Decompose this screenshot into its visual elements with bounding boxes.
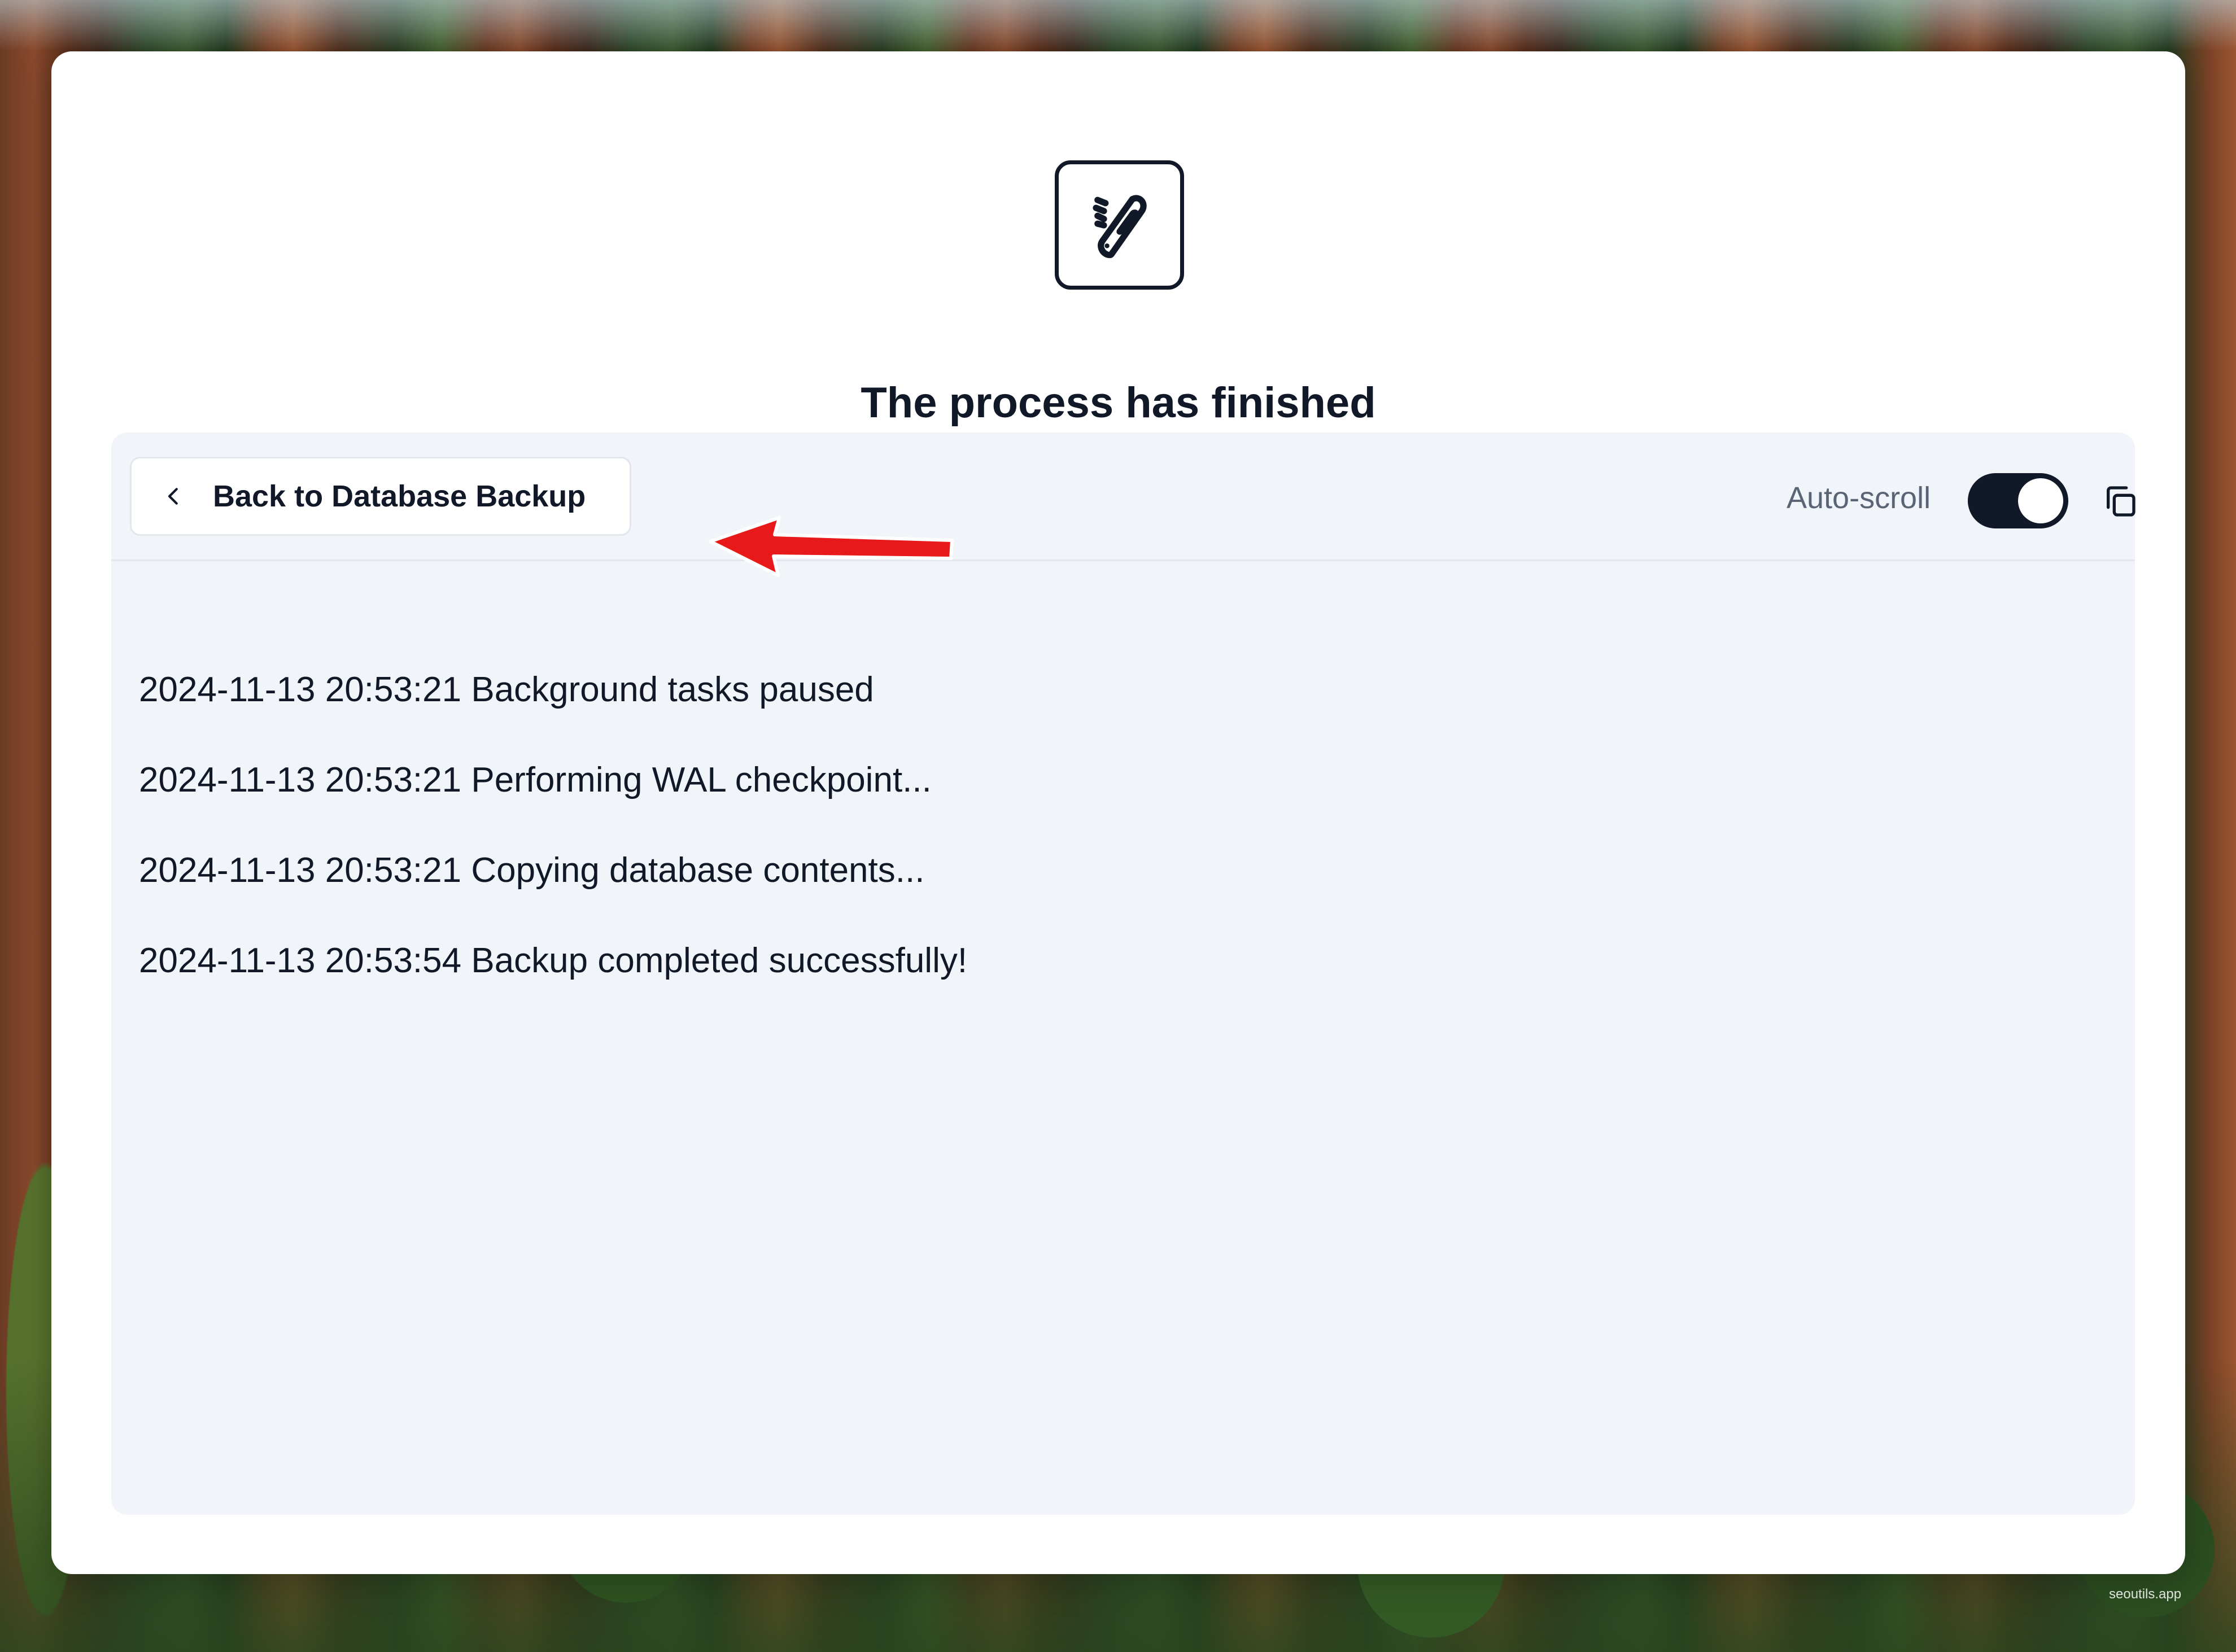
- log-line: 2024-11-13 20:53:21 Copying database con…: [139, 851, 925, 890]
- back-button-label: Back to Database Backup: [213, 479, 586, 513]
- log-line: 2024-11-13 20:53:21 Background tasks pau…: [139, 670, 874, 709]
- back-to-database-backup-button[interactable]: Back to Database Backup: [130, 457, 631, 536]
- log-line: 2024-11-13 20:53:54 Backup completed suc…: [139, 941, 968, 980]
- swiss-army-knife-icon: [1055, 160, 1184, 290]
- log-line: 2024-11-13 20:53:21 Performing WAL check…: [139, 761, 932, 799]
- chevron-left-icon: [163, 486, 185, 507]
- toggle-knob: [2018, 478, 2063, 523]
- red-arrow-annotation: [707, 514, 955, 593]
- page-title: The process has finished: [861, 379, 1376, 427]
- copy-icon[interactable]: [2102, 483, 2138, 519]
- process-dialog: The process has finished Back to Databas…: [51, 51, 2185, 1574]
- log-toolbar: Back to Database Backup Auto-scroll: [111, 432, 2138, 577]
- auto-scroll-label: Auto-scroll: [1787, 481, 1931, 515]
- watermark: seoutils.app: [2109, 1587, 2182, 1602]
- auto-scroll-toggle[interactable]: [1968, 473, 2068, 528]
